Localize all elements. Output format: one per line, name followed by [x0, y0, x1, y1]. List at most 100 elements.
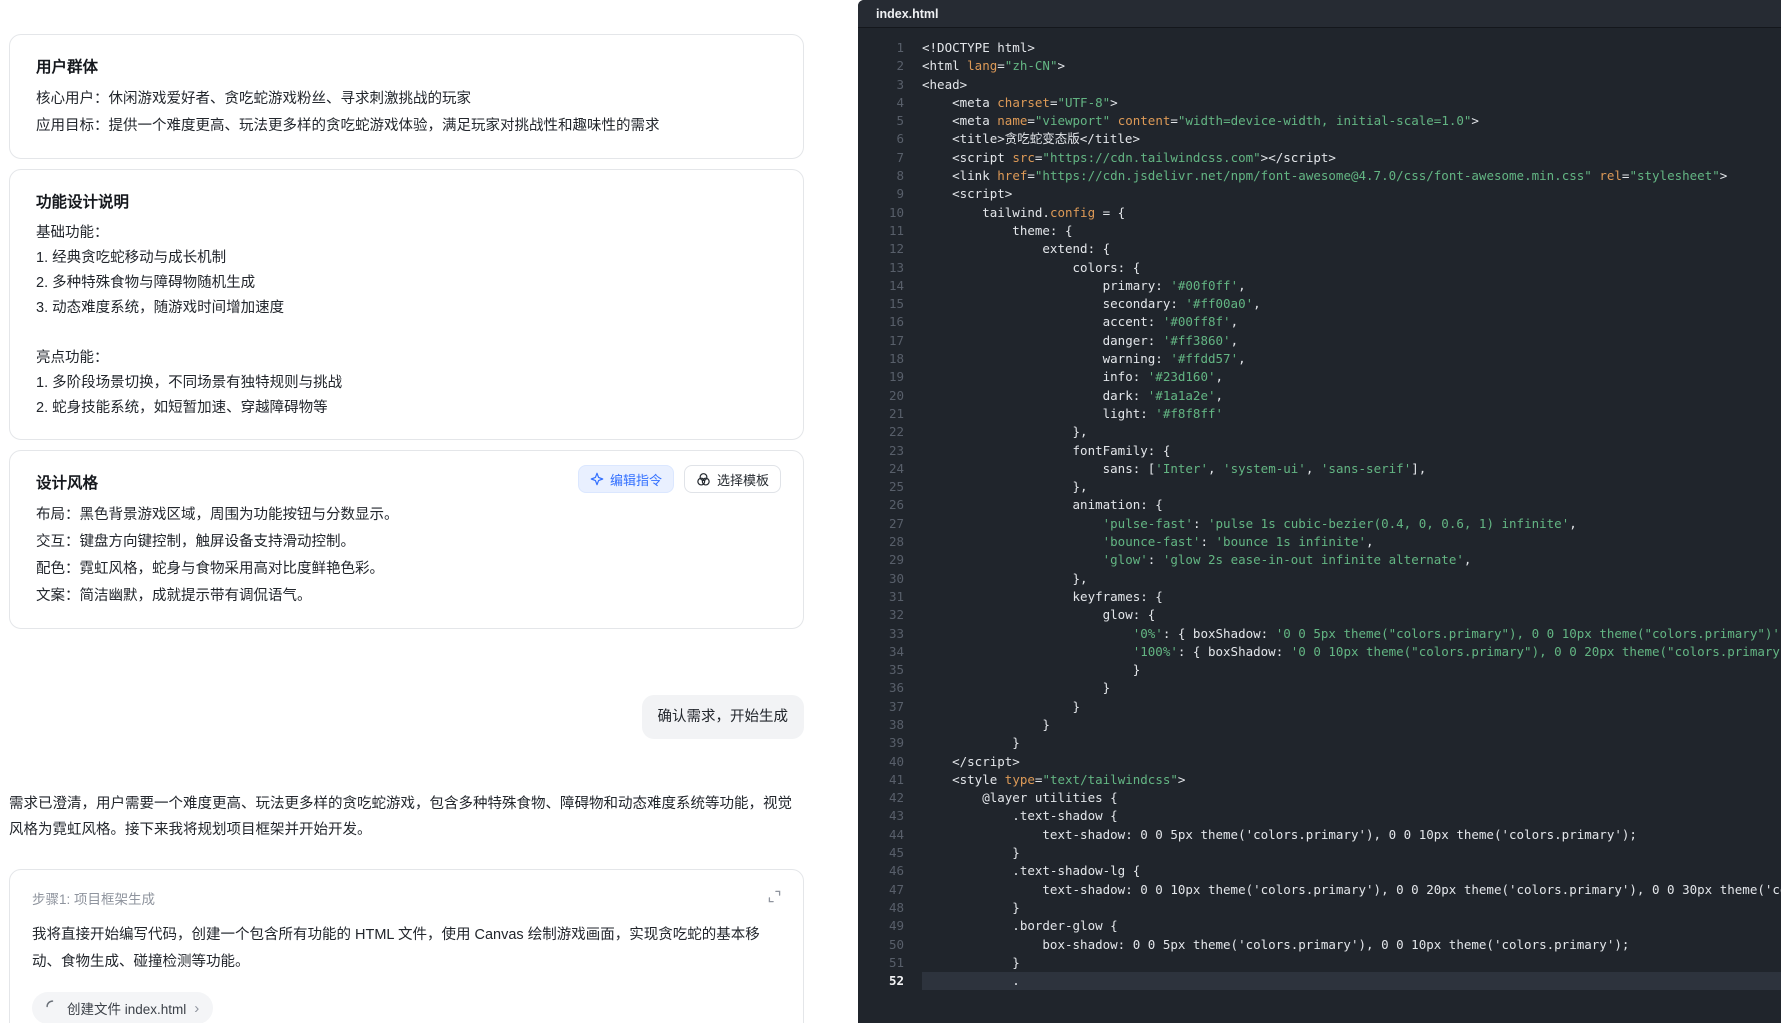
- code-line[interactable]: 14 primary: '#00f0ff',: [858, 277, 1781, 295]
- code-text: <meta name="viewport" content="width=dev…: [922, 112, 1781, 130]
- step-card: 步骤1: 项目框架生成 我将直接开始编写代码，创建一个包含所有功能的 HTML …: [9, 869, 804, 1023]
- code-text: .text-shadow-lg {: [922, 862, 1781, 880]
- code-line[interactable]: 16 accent: '#00ff8f',: [858, 313, 1781, 331]
- code-line[interactable]: 44 text-shadow: 0 0 5px theme('colors.pr…: [858, 826, 1781, 844]
- line-number: 4: [868, 94, 904, 112]
- code-text: colors: {: [922, 259, 1781, 277]
- code-line[interactable]: 26 animation: {: [858, 496, 1781, 514]
- code-text: }: [922, 679, 1781, 697]
- code-line[interactable]: 48 }: [858, 899, 1781, 917]
- code-line[interactable]: 41 <style type="text/tailwindcss">: [858, 771, 1781, 789]
- code-line[interactable]: 4 <meta charset="UTF-8">: [858, 94, 1781, 112]
- code-line[interactable]: 37 }: [858, 698, 1781, 716]
- create-file-button[interactable]: 创建文件 index.html ›: [32, 992, 213, 1023]
- code-line[interactable]: 38 }: [858, 716, 1781, 734]
- code-line[interactable]: 39 }: [858, 734, 1781, 752]
- code-line[interactable]: 13 colors: {: [858, 259, 1781, 277]
- code-line[interactable]: 17 danger: '#ff3860',: [858, 332, 1781, 350]
- card-body: 布局：黑色背景游戏区域，周围为功能按钮与分数显示。交互：键盘方向键控制，触屏设备…: [36, 502, 777, 610]
- select-template-button[interactable]: 选择模板: [684, 465, 781, 493]
- line-number: 31: [868, 588, 904, 606]
- line-number: 19: [868, 368, 904, 386]
- code-line[interactable]: 25 },: [858, 478, 1781, 496]
- code-text: secondary: '#ff00a0',: [922, 295, 1781, 313]
- code-text: warning: '#ffdd57',: [922, 350, 1781, 368]
- text-line: 基础功能：: [36, 221, 777, 246]
- code-text: sans: ['Inter', 'system-ui', 'sans-serif…: [922, 460, 1781, 478]
- line-number: 36: [868, 679, 904, 697]
- code-line[interactable]: 33 '0%': { boxShadow: '0 0 5px theme("co…: [858, 625, 1781, 643]
- code-line[interactable]: 24 sans: ['Inter', 'system-ui', 'sans-se…: [858, 460, 1781, 478]
- code-line[interactable]: 42 @layer utilities {: [858, 789, 1781, 807]
- code-line[interactable]: 21 light: '#f8f8ff': [858, 405, 1781, 423]
- card-title: 功能设计说明: [36, 190, 777, 212]
- code-line[interactable]: 45 }: [858, 844, 1781, 862]
- code-line[interactable]: 5 <meta name="viewport" content="width=d…: [858, 112, 1781, 130]
- code-line[interactable]: 15 secondary: '#ff00a0',: [858, 295, 1781, 313]
- line-number: 44: [868, 826, 904, 844]
- code-text: }: [922, 844, 1781, 862]
- code-line[interactable]: 1<!DOCTYPE html>: [858, 39, 1781, 57]
- code-text: }: [922, 899, 1781, 917]
- code-line[interactable]: 36 }: [858, 679, 1781, 697]
- text-line: 2. 蛇身技能系统，如短暂加速、穿越障碍物等: [36, 396, 777, 421]
- create-file-label: 创建文件 index.html: [67, 998, 186, 1018]
- code-line[interactable]: 47 text-shadow: 0 0 10px theme('colors.p…: [858, 881, 1781, 899]
- code-text: },: [922, 478, 1781, 496]
- code-line[interactable]: 35 }: [858, 661, 1781, 679]
- code-line[interactable]: 6 <title>贪吃蛇变态版</title>: [858, 130, 1781, 148]
- code-line[interactable]: 50 box-shadow: 0 0 5px theme('colors.pri…: [858, 936, 1781, 954]
- editor-tab[interactable]: index.html: [876, 7, 939, 21]
- line-number: 8: [868, 167, 904, 185]
- text-line: 3. 动态难度系统，随游戏时间增加速度: [36, 296, 777, 321]
- code-line[interactable]: 20 dark: '#1a1a2e',: [858, 387, 1781, 405]
- line-number: 17: [868, 332, 904, 350]
- line-number: 37: [868, 698, 904, 716]
- text-line: 亮点功能：: [36, 346, 777, 371]
- code-text: light: '#f8f8ff': [922, 405, 1781, 423]
- line-number: 1: [868, 39, 904, 57]
- text-line: 配色：霓虹风格，蛇身与食物采用高对比度鲜艳色彩。: [36, 556, 777, 583]
- code-line[interactable]: 19 info: '#23d160',: [858, 368, 1781, 386]
- line-number: 28: [868, 533, 904, 551]
- code-line[interactable]: 27 'pulse-fast': 'pulse 1s cubic-bezier(…: [858, 515, 1781, 533]
- code-line[interactable]: 18 warning: '#ffdd57',: [858, 350, 1781, 368]
- code-line[interactable]: 28 'bounce-fast': 'bounce 1s infinite',: [858, 533, 1781, 551]
- code-line[interactable]: 9 <script>: [858, 185, 1781, 203]
- line-number: 27: [868, 515, 904, 533]
- code-line[interactable]: 52 .: [858, 972, 1781, 990]
- code-line[interactable]: 2<html lang="zh-CN">: [858, 57, 1781, 75]
- code-line[interactable]: 51 }: [858, 954, 1781, 972]
- code-line[interactable]: 34 '100%': { boxShadow: '0 0 10px theme(…: [858, 643, 1781, 661]
- code-line[interactable]: 29 'glow': 'glow 2s ease-in-out infinite…: [858, 551, 1781, 569]
- code-line[interactable]: 11 theme: {: [858, 222, 1781, 240]
- code-text: <style type="text/tailwindcss">: [922, 771, 1781, 789]
- code-line[interactable]: 32 glow: {: [858, 606, 1781, 624]
- code-text: 'bounce-fast': 'bounce 1s infinite',: [922, 533, 1781, 551]
- code-line[interactable]: 22 },: [858, 423, 1781, 441]
- code-line[interactable]: 46 .text-shadow-lg {: [858, 862, 1781, 880]
- text-line: 2. 多种特殊食物与障碍物随机生成: [36, 271, 777, 296]
- code-line[interactable]: 40 </script>: [858, 753, 1781, 771]
- line-number: 23: [868, 442, 904, 460]
- code-line[interactable]: 7 <script src="https://cdn.tailwindcss.c…: [858, 149, 1781, 167]
- line-number: 52: [868, 972, 904, 990]
- code-text: glow: {: [922, 606, 1781, 624]
- code-line[interactable]: 23 fontFamily: {: [858, 442, 1781, 460]
- step-body: 我将直接开始编写代码，创建一个包含所有功能的 HTML 文件，使用 Canvas…: [32, 922, 772, 976]
- expand-icon[interactable]: [768, 890, 781, 908]
- code-area[interactable]: 1<!DOCTYPE html>2<html lang="zh-CN">3<he…: [858, 28, 1781, 1023]
- code-line[interactable]: 30 },: [858, 570, 1781, 588]
- code-line[interactable]: 10 tailwind.config = {: [858, 204, 1781, 222]
- line-number: 40: [868, 753, 904, 771]
- code-line[interactable]: 12 extend: {: [858, 240, 1781, 258]
- code-line[interactable]: 43 .text-shadow {: [858, 807, 1781, 825]
- code-text: <title>贪吃蛇变态版</title>: [922, 130, 1781, 148]
- code-line[interactable]: 8 <link href="https://cdn.jsdelivr.net/n…: [858, 167, 1781, 185]
- edit-instruction-button[interactable]: 编辑指令: [578, 465, 674, 493]
- code-line[interactable]: 31 keyframes: {: [858, 588, 1781, 606]
- code-line[interactable]: 3<head>: [858, 76, 1781, 94]
- line-number: 24: [868, 460, 904, 478]
- assistant-message: 需求已澄清，用户需要一个难度更高、玩法更多样的贪吃蛇游戏，包含多种特殊食物、障碍…: [9, 791, 801, 843]
- code-line[interactable]: 49 .border-glow {: [858, 917, 1781, 935]
